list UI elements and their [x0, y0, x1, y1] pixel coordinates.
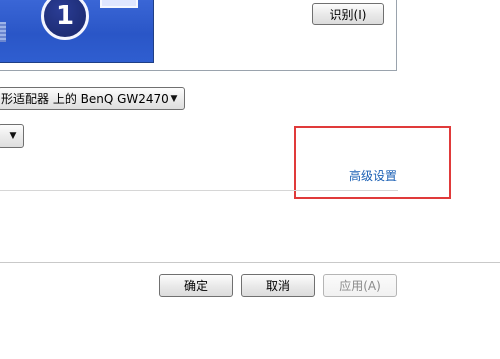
monitor-arrangement-panel: 1 识别(I) [0, 0, 397, 71]
highlight-annotation-box [294, 126, 451, 199]
display-select[interactable]: 形适配器 上的 BenQ GW2470 ▼ [0, 87, 185, 110]
cancel-button-label: 取消 [265, 279, 290, 293]
dialog-button-separator [0, 262, 500, 263]
monitor-preview[interactable]: 1 [0, 0, 154, 63]
chevron-down-icon: ▼ [170, 93, 178, 104]
identify-button[interactable]: 识别(I) [312, 3, 384, 25]
display-select-value: 形适配器 上的 BenQ GW2470 [1, 92, 168, 106]
monitor-mini-screen [100, 0, 138, 8]
monitor-edge-strip [0, 22, 6, 42]
identify-button-label: 识别(I) [329, 7, 367, 22]
cancel-button[interactable]: 取消 [241, 274, 315, 297]
ok-button-label: 确定 [183, 279, 208, 293]
monitor-number: 1 [55, 1, 75, 31]
apply-button[interactable]: 应用(A) [323, 274, 397, 297]
chevron-down-icon: ▼ [9, 131, 17, 141]
advanced-settings-link[interactable]: 高级设置 [349, 167, 397, 184]
orientation-select[interactable]: ▼ [0, 124, 24, 148]
apply-button-label: 应用(A) [339, 279, 381, 293]
monitor-number-badge: 1 [41, 0, 89, 40]
divider [0, 190, 398, 191]
ok-button[interactable]: 确定 [159, 274, 233, 297]
